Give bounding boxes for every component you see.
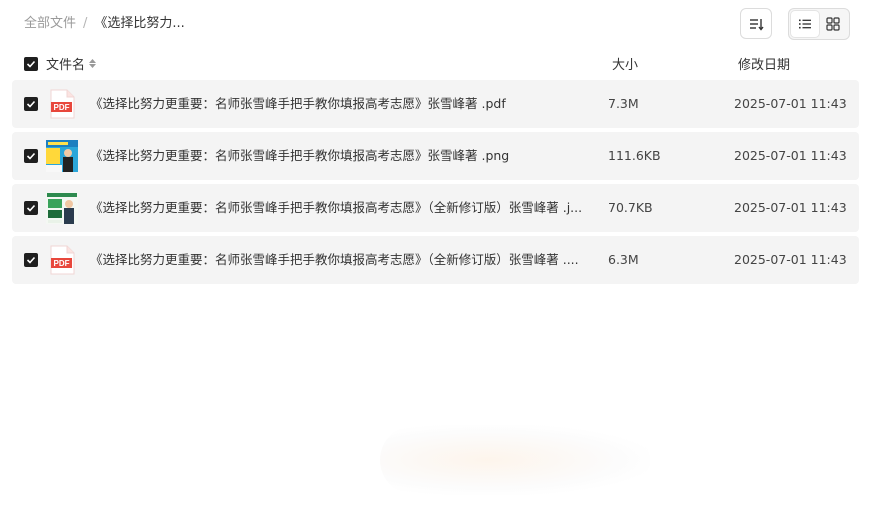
breadcrumb-separator: /: [83, 16, 88, 31]
check-icon: [26, 60, 36, 68]
sort-caret-icon: [89, 59, 97, 68]
pdf-file-icon: PDF: [46, 244, 78, 276]
column-header-date[interactable]: 修改日期: [738, 54, 790, 73]
table-header: 文件名 大小 修改日期: [0, 52, 874, 76]
file-name[interactable]: 《选择比努力更重要：名师张雪峰手把手教你填报高考志愿》（全新修订版）张雪峰著 .…: [90, 198, 590, 218]
file-row[interactable]: PDF 《选择比努力更重要：名师张雪峰手把手教你填报高考志愿》张雪峰著 .pdf…: [12, 80, 859, 128]
check-icon: [26, 204, 36, 212]
check-icon: [26, 100, 36, 108]
list-view-button[interactable]: [791, 11, 819, 37]
grid-view-icon: [826, 17, 840, 31]
file-row[interactable]: 《选择比努力更重要：名师张雪峰手把手教你填报高考志愿》（全新修订版）张雪峰著 .…: [12, 184, 859, 232]
view-toggle: [788, 8, 850, 40]
sort-descending-icon: [750, 18, 764, 31]
list-view-icon: [799, 19, 811, 29]
row-checkbox[interactable]: [24, 253, 38, 267]
image-thumbnail-icon: [46, 192, 78, 224]
file-row[interactable]: 《选择比努力更重要：名师张雪峰手把手教你填报高考志愿》张雪峰著 .png 111…: [12, 132, 859, 180]
svg-text:PDF: PDF: [54, 259, 70, 268]
file-modified-date: 2025-07-01 11:43: [734, 96, 847, 111]
check-icon: [26, 256, 36, 264]
select-all-checkbox[interactable]: [24, 57, 38, 71]
column-header-name[interactable]: 文件名: [46, 54, 97, 73]
svg-text:PDF: PDF: [54, 103, 70, 112]
file-modified-date: 2025-07-01 11:43: [734, 252, 847, 267]
row-checkbox[interactable]: [24, 201, 38, 215]
column-header-name-label: 文件名: [46, 58, 86, 73]
file-size: 6.3M: [608, 252, 639, 267]
file-list: PDF 《选择比努力更重要：名师张雪峰手把手教你填报高考志愿》张雪峰著 .pdf…: [12, 80, 859, 288]
sort-button[interactable]: [740, 8, 772, 39]
top-bar: 全部文件 / 《选择比努力...: [0, 0, 874, 48]
breadcrumb: 全部文件 / 《选择比努力...: [24, 14, 185, 34]
row-checkbox[interactable]: [24, 97, 38, 111]
file-size: 7.3M: [608, 96, 639, 111]
file-modified-date: 2025-07-01 11:43: [734, 148, 847, 163]
image-thumbnail-icon: [46, 140, 78, 172]
grid-view-button[interactable]: [819, 11, 847, 37]
file-row[interactable]: PDF 《选择比努力更重要：名师张雪峰手把手教你填报高考志愿》（全新修订版）张雪…: [12, 236, 859, 284]
file-size: 111.6KB: [608, 148, 661, 163]
row-checkbox[interactable]: [24, 149, 38, 163]
loading-glow: [380, 425, 650, 495]
file-name[interactable]: 《选择比努力更重要：名师张雪峰手把手教你填报高考志愿》张雪峰著 .pdf: [90, 94, 590, 114]
file-name[interactable]: 《选择比努力更重要：名师张雪峰手把手教你填报高考志愿》（全新修订版）张雪峰著 .…: [90, 250, 590, 270]
file-modified-date: 2025-07-01 11:43: [734, 200, 847, 215]
file-name[interactable]: 《选择比努力更重要：名师张雪峰手把手教你填报高考志愿》张雪峰著 .png: [90, 146, 590, 166]
pdf-file-icon: PDF: [46, 88, 78, 120]
breadcrumb-root-link[interactable]: 全部文件: [24, 14, 76, 34]
file-size: 70.7KB: [608, 200, 653, 215]
check-icon: [26, 152, 36, 160]
breadcrumb-current-folder: 《选择比努力...: [94, 16, 185, 31]
column-header-size[interactable]: 大小: [612, 54, 638, 73]
